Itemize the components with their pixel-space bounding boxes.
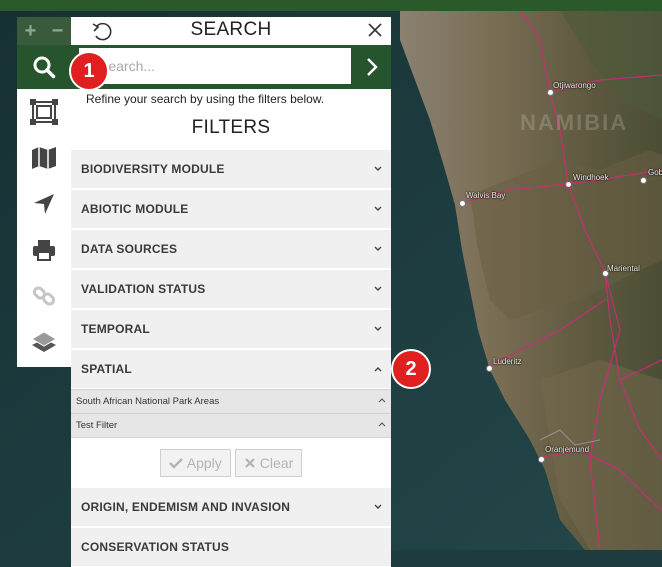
print-icon (33, 240, 55, 261)
subsection-label: South African National Park Areas (76, 396, 220, 407)
chevron-down-icon (374, 326, 382, 331)
section-label: SPATIAL (81, 362, 132, 376)
panel-title: SEARCH (190, 19, 272, 40)
zoom-controls: + − (17, 17, 71, 45)
filters-heading: FILTERS (191, 117, 271, 138)
chevron-down-icon (374, 166, 382, 171)
filter-section-validation[interactable]: VALIDATION STATUS (71, 270, 391, 309)
filter-section-temporal[interactable]: TEMPORAL (71, 310, 391, 349)
city-label-mariental: Mariental (607, 264, 640, 273)
x-icon (245, 458, 255, 468)
city-marker[interactable] (459, 200, 466, 207)
country-label: NAMIBIA (520, 110, 629, 135)
chevron-up-icon (378, 398, 386, 403)
city-label-luderitz: Luderitz (493, 357, 522, 366)
apply-label: Apply (186, 455, 222, 471)
subsection-label: Test Filter (76, 420, 118, 431)
city-marker[interactable] (565, 181, 572, 188)
city-marker[interactable] (640, 177, 647, 184)
search-icon (33, 56, 56, 79)
link-icon (32, 286, 56, 306)
filter-section-origin[interactable]: ORIGIN, ENDEMISM AND INVASION (71, 488, 391, 527)
map-top-strip (0, 0, 662, 11)
map-icon (32, 147, 56, 169)
city-marker[interactable] (538, 456, 545, 463)
filters-accordion: BIODIVERSITY MODULE ABIOTIC MODULE DATA … (71, 150, 391, 567)
section-label: VALIDATION STATUS (81, 282, 206, 296)
spatial-subsection-test-filter[interactable]: Test Filter (71, 413, 391, 437)
search-submit-button[interactable] (353, 45, 391, 89)
layers-button[interactable] (17, 319, 71, 365)
chevron-down-icon (374, 504, 382, 509)
city-label-windhoek: Windhoek (573, 173, 609, 182)
filter-section-conservation[interactable]: CONSERVATION STATUS (71, 528, 391, 567)
clear-label: Clear (259, 455, 294, 471)
city-label-oranjemund: Oranjemund (545, 445, 590, 454)
city-label-walvis-bay: Walvis Bay (466, 191, 506, 200)
section-label: ORIGIN, ENDEMISM AND INVASION (81, 500, 291, 514)
apply-button[interactable]: Apply (159, 449, 231, 477)
chevron-down-icon (374, 246, 382, 251)
chevron-down-icon (374, 206, 382, 211)
map-button[interactable] (17, 135, 71, 181)
layers-icon (31, 331, 57, 352)
city-marker[interactable] (547, 89, 554, 96)
chevron-right-icon (367, 58, 378, 76)
zoom-in-button[interactable]: + (17, 17, 44, 45)
select-area-button[interactable] (17, 89, 71, 135)
filter-section-data-sources[interactable]: DATA SOURCES (71, 230, 391, 269)
city-label-otjiwarongo: Otjiwarongo (553, 81, 596, 90)
spatial-subsection-national-parks[interactable]: South African National Park Areas (71, 389, 391, 413)
filter-section-biodiversity[interactable]: BIODIVERSITY MODULE (71, 150, 391, 189)
link-button[interactable] (17, 273, 71, 319)
city-label-gob: Gob (648, 168, 662, 177)
section-label: DATA SOURCES (81, 242, 178, 256)
chevron-up-icon (374, 367, 382, 372)
section-label: BIODIVERSITY MODULE (81, 162, 225, 176)
filter-section-spatial[interactable]: SPATIAL (71, 350, 391, 389)
chevron-down-icon (374, 286, 382, 291)
close-icon (368, 23, 382, 37)
filter-actions: Apply Clear (71, 437, 391, 488)
check-icon (168, 458, 183, 469)
panel-header: SEARCH (71, 17, 391, 45)
city-marker[interactable] (486, 365, 493, 372)
close-button[interactable] (367, 22, 383, 43)
callout-badge-1: 1 (69, 51, 109, 91)
filter-hint: Refine your search by using the filters … (86, 92, 325, 106)
chevron-up-icon (378, 422, 386, 427)
section-label: ABIOTIC MODULE (81, 202, 189, 216)
search-tool-button[interactable] (17, 45, 71, 89)
zoom-out-button[interactable]: − (44, 17, 71, 45)
search-input[interactable] (79, 48, 351, 84)
print-button[interactable] (17, 227, 71, 273)
location-arrow-icon (34, 194, 54, 214)
filter-section-abiotic[interactable]: ABIOTIC MODULE (71, 190, 391, 229)
section-label: TEMPORAL (81, 322, 150, 336)
locate-button[interactable] (17, 181, 71, 227)
map-toolbar (17, 89, 71, 367)
select-area-icon (30, 99, 58, 125)
section-label: CONSERVATION STATUS (81, 540, 230, 554)
clear-button[interactable]: Clear (234, 449, 303, 477)
search-bar (71, 45, 391, 89)
callout-badge-2: 2 (391, 349, 431, 389)
